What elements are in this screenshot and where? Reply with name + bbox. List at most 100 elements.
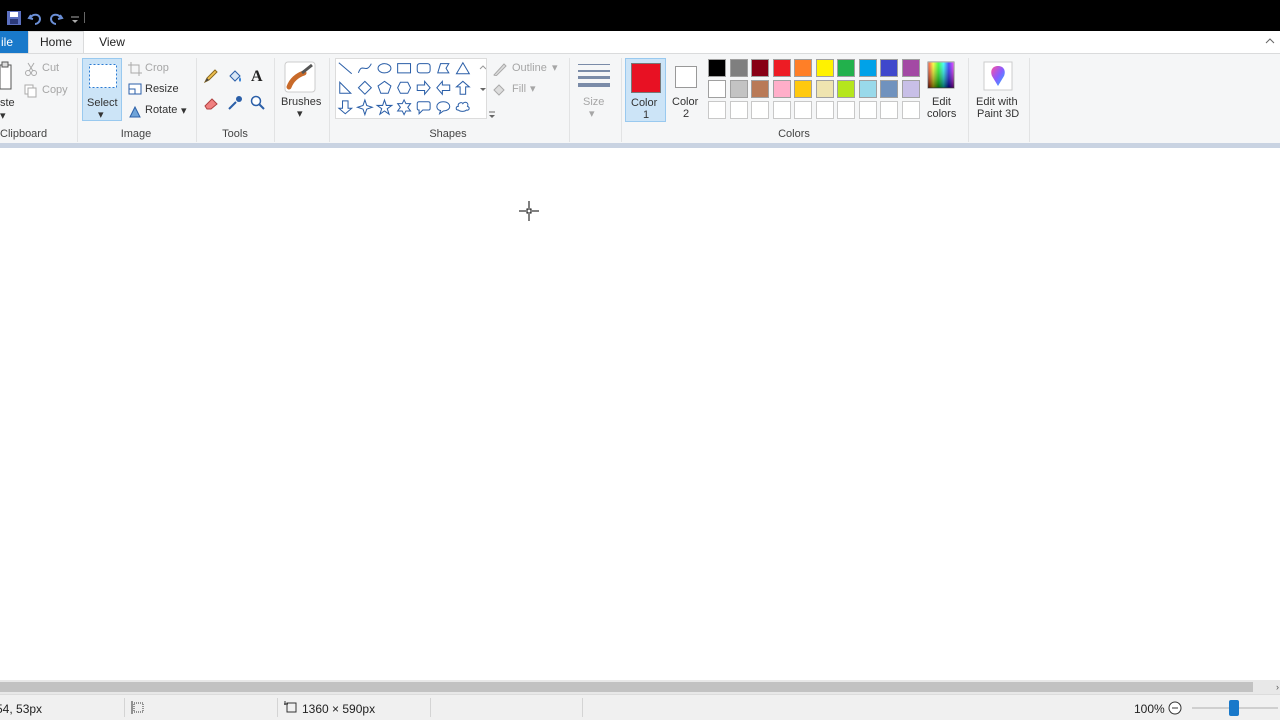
shape-up-arrow-icon[interactable] [455, 80, 471, 95]
shape-down-arrow-icon[interactable] [337, 100, 354, 115]
outline-button[interactable]: Outline ▾ [492, 60, 564, 78]
palette-color-swatch[interactable] [751, 80, 769, 98]
shape-right-arrow-icon[interactable] [416, 79, 431, 96]
palette-custom-swatch[interactable] [815, 101, 834, 119]
shape-six-point-star-icon[interactable] [396, 98, 412, 116]
eraser-icon[interactable] [203, 95, 219, 114]
title-separator [84, 10, 86, 26]
palette-custom-swatch[interactable] [880, 101, 898, 119]
shape-diamond-icon[interactable] [357, 80, 373, 95]
palette-custom-swatch[interactable] [729, 101, 748, 119]
ribbon-tabs: ile Home View [0, 31, 1280, 53]
shape-pentagon-outline [377, 80, 392, 94]
palette-color-swatch[interactable] [729, 80, 748, 98]
palette-color-swatch[interactable] [708, 80, 726, 98]
drawing-canvas[interactable] [0, 148, 1280, 680]
shape-four-point-star-icon[interactable] [355, 98, 374, 117]
shape-rectangle-icon[interactable] [397, 63, 412, 74]
brushes-button[interactable]: Brushes ▾ [278, 58, 324, 121]
shape-triangle-icon[interactable] [455, 61, 471, 75]
scrollbar-thumb[interactable] [0, 682, 1253, 692]
customize-quick-access-icon[interactable] [69, 10, 85, 26]
palette-color-swatch[interactable] [880, 59, 898, 77]
horizontal-scrollbar[interactable]: › [0, 680, 1280, 694]
palette-color-swatch[interactable] [772, 80, 791, 98]
select-button[interactable]: Select ▾ [82, 58, 122, 121]
line-size-icon [578, 62, 610, 91]
undo-icon[interactable] [27, 10, 43, 26]
zoom-out-icon[interactable] [1168, 701, 1182, 718]
shape-hexagon-outline [397, 81, 412, 94]
shape-rounded-rectangle-icon[interactable] [416, 63, 431, 74]
size-dropdown-icon: ▾ [589, 108, 595, 120]
shape-polygon-icon[interactable] [437, 63, 450, 74]
color2-label: Color [672, 96, 699, 108]
palette-color-swatch[interactable] [815, 80, 834, 98]
palette-color-swatch[interactable] [729, 59, 748, 77]
shape-oval-icon[interactable] [377, 63, 392, 74]
shape-rounded-callout-icon[interactable] [416, 101, 431, 115]
paint3d-label-1: Edit with [976, 96, 1018, 108]
palette-color-swatch[interactable] [901, 59, 920, 77]
tab-home[interactable]: Home [28, 31, 84, 53]
edit-colors-button[interactable]: Edit colors [922, 58, 962, 121]
palette-custom-swatch[interactable] [708, 101, 726, 119]
palette-color-swatch[interactable] [858, 59, 877, 77]
color1-button[interactable]: Color 1 [625, 58, 666, 122]
tab-file[interactable]: ile [0, 31, 29, 53]
zoom-slider[interactable] [1190, 699, 1278, 717]
size-button[interactable]: Size ▾ [574, 58, 614, 121]
pencil-icon[interactable] [203, 68, 219, 87]
palette-color-swatch[interactable] [837, 59, 855, 77]
text-icon[interactable]: A [250, 67, 266, 86]
tab-view[interactable]: View [86, 31, 138, 53]
shape-line-icon[interactable] [338, 62, 353, 75]
magnifier-icon[interactable] [250, 95, 266, 114]
palette-color-swatch[interactable] [815, 59, 834, 77]
palette-custom-swatch[interactable] [837, 101, 855, 119]
shape-pentagon-icon[interactable] [377, 80, 392, 94]
palette-custom-swatch[interactable] [751, 101, 769, 119]
gallery-scroll-up-icon[interactable] [479, 65, 487, 70]
rotate-button[interactable]: Rotate ▾ [127, 102, 191, 120]
palette-color-swatch[interactable] [880, 80, 898, 98]
crop-button[interactable]: Crop [127, 60, 177, 78]
scroll-right-icon[interactable]: › [1276, 682, 1279, 692]
collapse-ribbon-icon[interactable] [1264, 35, 1276, 47]
gallery-scroll-down-icon[interactable] [480, 88, 486, 91]
copy-button[interactable]: Copy [24, 82, 74, 100]
shape-curve-icon[interactable] [357, 63, 372, 74]
palette-custom-swatch[interactable] [772, 101, 791, 119]
shape-hexagon-icon[interactable] [397, 81, 412, 94]
paste-button[interactable]: ste ▾ [0, 58, 18, 122]
resize-button[interactable]: Resize [127, 81, 183, 99]
palette-color-swatch[interactable] [772, 59, 791, 77]
paint3d-label-2: Paint 3D [977, 108, 1020, 120]
color2-button[interactable]: Color 2 [667, 58, 705, 122]
shapes-more-icon[interactable] [488, 110, 496, 123]
palette-custom-swatch[interactable] [858, 101, 877, 119]
palette-color-swatch[interactable] [858, 80, 877, 98]
palette-custom-swatch[interactable] [794, 101, 812, 119]
shape-right-triangle-icon[interactable] [339, 81, 353, 94]
fill-button[interactable]: Fill ▾ [492, 81, 542, 99]
palette-color-swatch[interactable] [794, 59, 812, 77]
shape-left-arrow-icon[interactable] [436, 79, 451, 96]
shape-five-point-star-icon[interactable] [375, 98, 394, 116]
palette-color-swatch[interactable] [708, 59, 726, 77]
shape-oval-callout-icon[interactable] [436, 101, 451, 116]
cut-label: Cut [42, 62, 60, 74]
palette-color-swatch[interactable] [901, 80, 920, 98]
redo-icon[interactable] [48, 10, 64, 26]
palette-color-swatch[interactable] [837, 80, 855, 98]
fill-with-color-icon[interactable] [227, 68, 243, 87]
color-picker-icon[interactable] [227, 95, 243, 114]
edit-with-paint3d-button[interactable]: Edit with Paint 3D [972, 58, 1026, 121]
palette-color-swatch[interactable] [794, 80, 812, 98]
palette-color-swatch[interactable] [751, 59, 769, 77]
zoom-slider-thumb[interactable] [1229, 700, 1239, 716]
save-icon[interactable] [6, 10, 22, 26]
shape-cloud-callout-icon[interactable] [455, 101, 470, 112]
palette-custom-swatch[interactable] [901, 101, 920, 119]
cut-button[interactable]: Cut [24, 60, 68, 78]
